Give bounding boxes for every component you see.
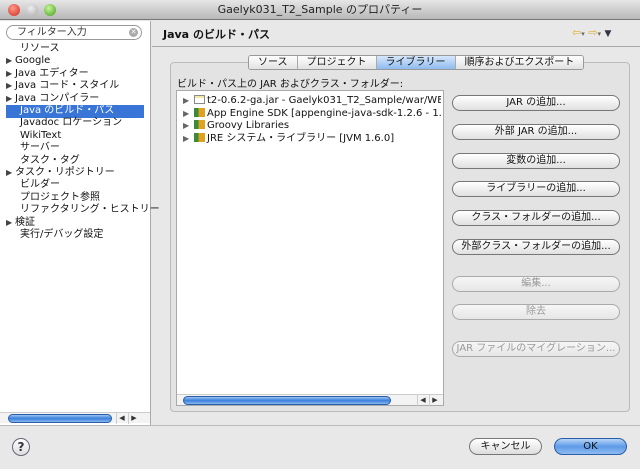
sidebar-item[interactable]: リファクタリング・ヒストリー	[6, 204, 160, 217]
sidebar-item[interactable]: ▶ 検証	[6, 217, 144, 230]
library-icon	[194, 107, 205, 117]
sidebar-item-label: タスク・リポジトリー	[15, 167, 115, 178]
scroll-left-arrow[interactable]: ◀	[116, 413, 127, 424]
sidebar-item[interactable]: リソース	[6, 43, 144, 56]
action-button[interactable]: クラス・フォルダーの追加...	[452, 210, 620, 226]
sidebar-horizontal-scrollbar[interactable]: ◀ ▶	[0, 412, 150, 424]
library-icon	[194, 132, 205, 142]
sidebar-item-label: 実行/デバッグ設定	[20, 229, 104, 240]
scrollbar-thumb[interactable]	[183, 396, 391, 405]
list-item[interactable]: ▶ Groovy Libraries	[183, 119, 441, 132]
expand-triangle-icon[interactable]: ▶	[6, 217, 15, 230]
sidebar-item[interactable]: タスク・タグ	[6, 155, 144, 168]
title-bar: Gaelyk031_T2_Sample のプロパティー	[0, 0, 640, 20]
sidebar-item[interactable]: ▶ Java コンパイラー	[6, 93, 144, 106]
sidebar-item-label: プロジェクト参照	[20, 191, 100, 203]
minimize-window-button[interactable]	[26, 4, 38, 16]
action-button[interactable]: 変数の追加...	[452, 153, 620, 169]
action-button[interactable]: JAR の追加...	[452, 95, 620, 111]
sidebar-item[interactable]: ▶ タスク・リポジトリー	[6, 167, 144, 180]
expand-triangle-icon[interactable]: ▶	[183, 107, 192, 120]
sidebar-item-label: Java コード・スタイル	[15, 80, 120, 92]
sidebar-item-label: 検証	[15, 216, 35, 228]
expand-triangle-icon[interactable]: ▶	[6, 167, 15, 180]
expand-triangle-icon[interactable]: ▶	[183, 119, 192, 132]
tab[interactable]: ソース	[249, 56, 298, 69]
tab[interactable]: プロジェクト	[297, 56, 377, 69]
action-button[interactable]: ライブラリーの追加...	[452, 181, 620, 197]
zoom-window-button[interactable]	[44, 4, 56, 16]
sidebar-item[interactable]: Javadoc ロケーション	[6, 117, 144, 130]
sidebar-item-label: Google	[15, 55, 51, 67]
close-window-button[interactable]	[8, 4, 20, 16]
list-item-label: Groovy Libraries	[207, 120, 290, 131]
sidebar-item-label: Javadoc ロケーション	[20, 117, 123, 129]
library-icon	[194, 120, 205, 129]
scrollbar-thumb[interactable]	[8, 414, 112, 423]
sidebar-item-label: Java コンパイラー	[15, 92, 100, 104]
expand-triangle-icon[interactable]: ▶	[183, 94, 192, 107]
window-title: Gaelyk031_T2_Sample のプロパティー	[217, 3, 423, 16]
tab[interactable]: 順序およびエクスポート	[455, 56, 584, 69]
list-item[interactable]: ▶ JRE システム・ライブラリー [JVM 1.6.0]	[183, 132, 441, 145]
sidebar-item-label: ビルダー	[20, 179, 60, 191]
expand-triangle-icon[interactable]: ▶	[6, 55, 15, 68]
sidebar-item[interactable]: サーバー	[6, 142, 144, 155]
action-button[interactable]: 除去	[452, 304, 620, 320]
sidebar-item-label: タスク・タグ	[20, 154, 80, 166]
sidebar-item[interactable]: 実行/デバッグ設定	[6, 229, 144, 242]
sidebar-item-label: Java のビルド・パス	[20, 105, 115, 116]
help-button[interactable]: ?	[12, 438, 30, 456]
sidebar-item-label: WikiText	[20, 129, 62, 141]
forward-arrow-icon[interactable]: ⇨▾	[588, 26, 601, 39]
ok-button[interactable]: OK	[554, 438, 627, 455]
scroll-right-arrow[interactable]: ▶	[429, 395, 440, 406]
scroll-right-arrow[interactable]: ▶	[128, 413, 139, 424]
action-button[interactable]: JAR ファイルのマイグレーション...	[452, 341, 620, 357]
page-title: Java のビルド・パス	[163, 28, 270, 41]
sidebar-item[interactable]: ▶ Java エディター	[6, 68, 144, 81]
sidebar-item[interactable]: Java のビルド・パス	[6, 105, 144, 118]
list-item[interactable]: ▶ t2-0.6.2-ga.jar - Gaelyk031_T2_Sample/w…	[183, 94, 441, 107]
tab[interactable]: ライブラリー	[376, 56, 456, 69]
list-item-label: App Engine SDK [appengine-java-sdk-1.2.6…	[207, 107, 441, 119]
action-button[interactable]: 外部 JAR の追加...	[452, 124, 620, 140]
sidebar: フィルター入力 ✕ リソース ▶ Google ▶ Java エディター ▶ Java コード…	[0, 21, 160, 425]
sidebar-item-label: Java エディター	[15, 67, 89, 79]
clear-filter-icon[interactable]: ✕	[129, 28, 138, 37]
action-button[interactable]: 編集...	[452, 276, 620, 292]
list-label: ビルド・パス上の JAR およびクラス・フォルダー:	[177, 79, 404, 90]
filter-input[interactable]: フィルター入力 ✕	[6, 25, 142, 40]
navigation-buttons: ⇦▾ ⇨▾ ▼	[572, 26, 611, 39]
build-path-list[interactable]: ▶ t2-0.6.2-ga.jar - Gaelyk031_T2_Sample/w…	[176, 90, 444, 406]
jar-icon	[194, 95, 205, 104]
expand-triangle-icon[interactable]: ▶	[183, 132, 192, 145]
sidebar-item-label: リソース	[20, 43, 60, 54]
list-item-label: JRE システム・ライブラリー [JVM 1.6.0]	[207, 132, 395, 144]
action-button[interactable]: 外部クラス・フォルダーの追加...	[452, 239, 620, 255]
tab-bar: ソース プロジェクト ライブラリー 順序およびエクスポート	[248, 55, 585, 70]
sidebar-item[interactable]: WikiText	[6, 130, 144, 143]
list-horizontal-scrollbar[interactable]: ◀ ▶	[177, 394, 443, 406]
cancel-button[interactable]: キャンセル	[469, 438, 542, 455]
sidebar-item[interactable]: ▶ Google	[6, 55, 144, 68]
sidebar-item[interactable]: ▶ Java コード・スタイル	[6, 80, 144, 93]
list-item-label: t2-0.6.2-ga.jar - Gaelyk031_T2_Sample/wa…	[207, 95, 441, 106]
header-divider	[152, 46, 640, 47]
sidebar-item-label: サーバー	[20, 142, 60, 154]
scroll-left-arrow[interactable]: ◀	[417, 395, 428, 406]
footer-divider	[0, 425, 640, 426]
sidebar-item[interactable]: プロジェクト参照	[6, 192, 144, 205]
expand-triangle-icon[interactable]: ▶	[6, 80, 15, 93]
sidebar-item[interactable]: ビルダー	[6, 179, 144, 192]
sidebar-item-label: リファクタリング・ヒストリー	[20, 204, 160, 216]
expand-triangle-icon[interactable]: ▶	[6, 93, 15, 106]
view-menu-icon[interactable]: ▼	[604, 29, 611, 39]
back-arrow-icon[interactable]: ⇦▾	[572, 26, 585, 39]
list-item[interactable]: ▶ App Engine SDK [appengine-java-sdk-1.2.…	[183, 107, 441, 120]
expand-triangle-icon[interactable]: ▶	[6, 68, 15, 81]
